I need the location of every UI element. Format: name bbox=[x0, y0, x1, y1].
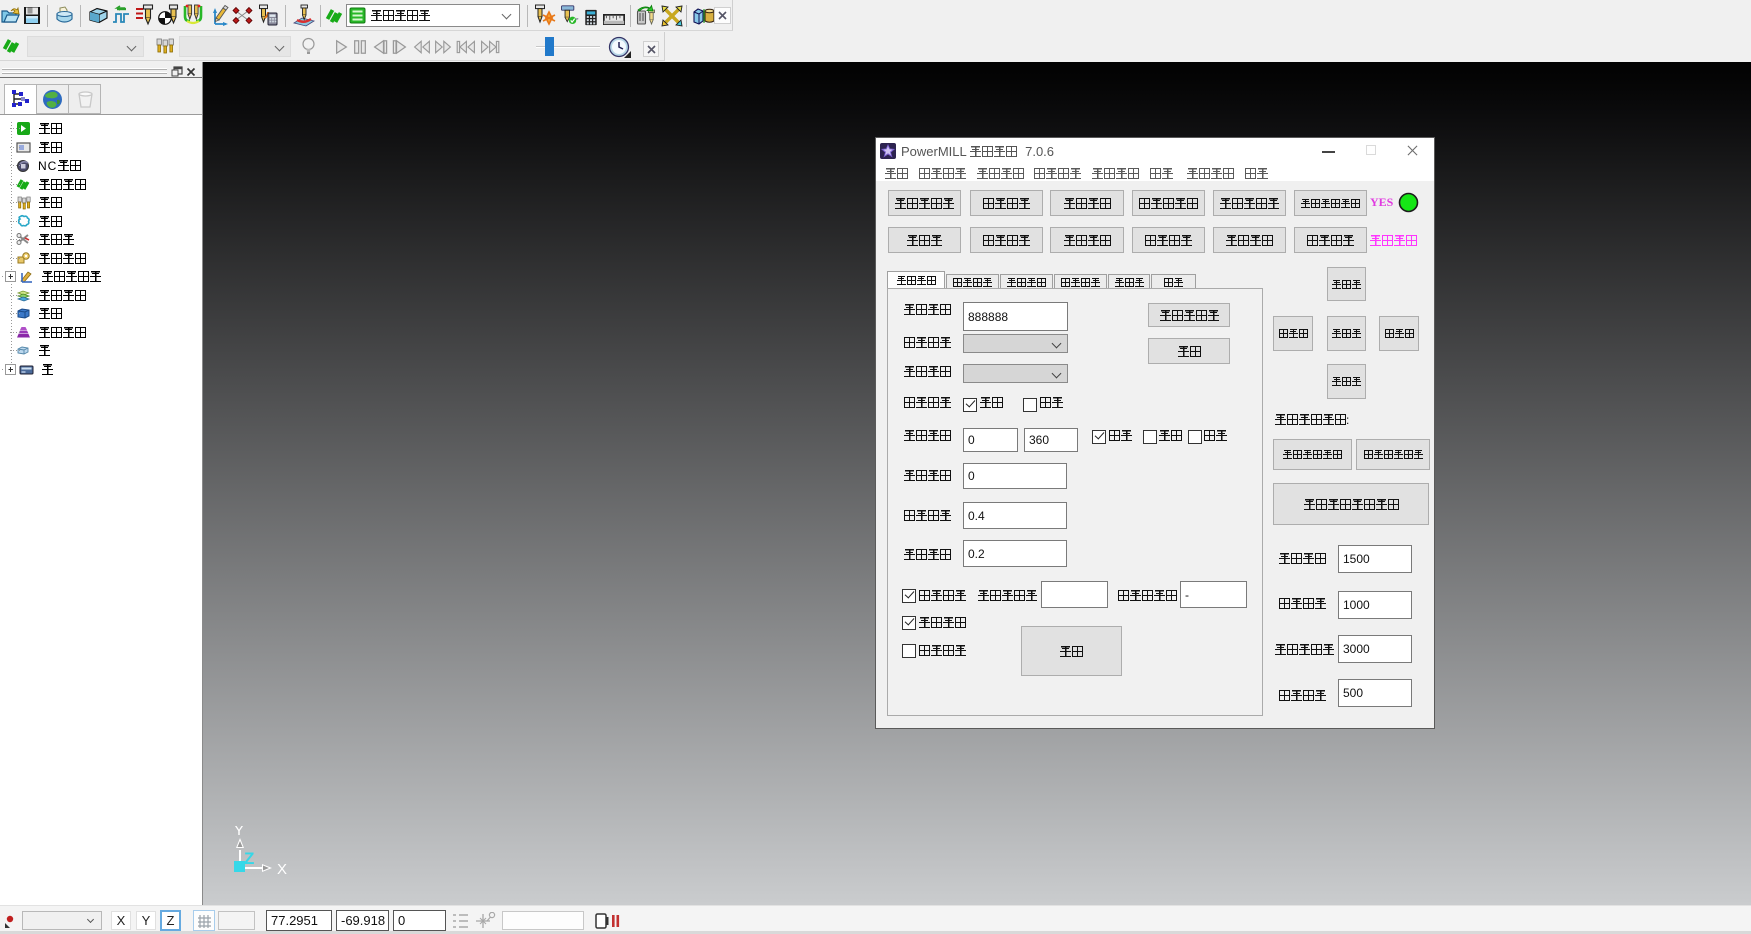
svg-text:X: X bbox=[277, 861, 287, 878]
svg-text:Y: Y bbox=[234, 826, 244, 839]
svg-text:Z: Z bbox=[244, 849, 254, 868]
